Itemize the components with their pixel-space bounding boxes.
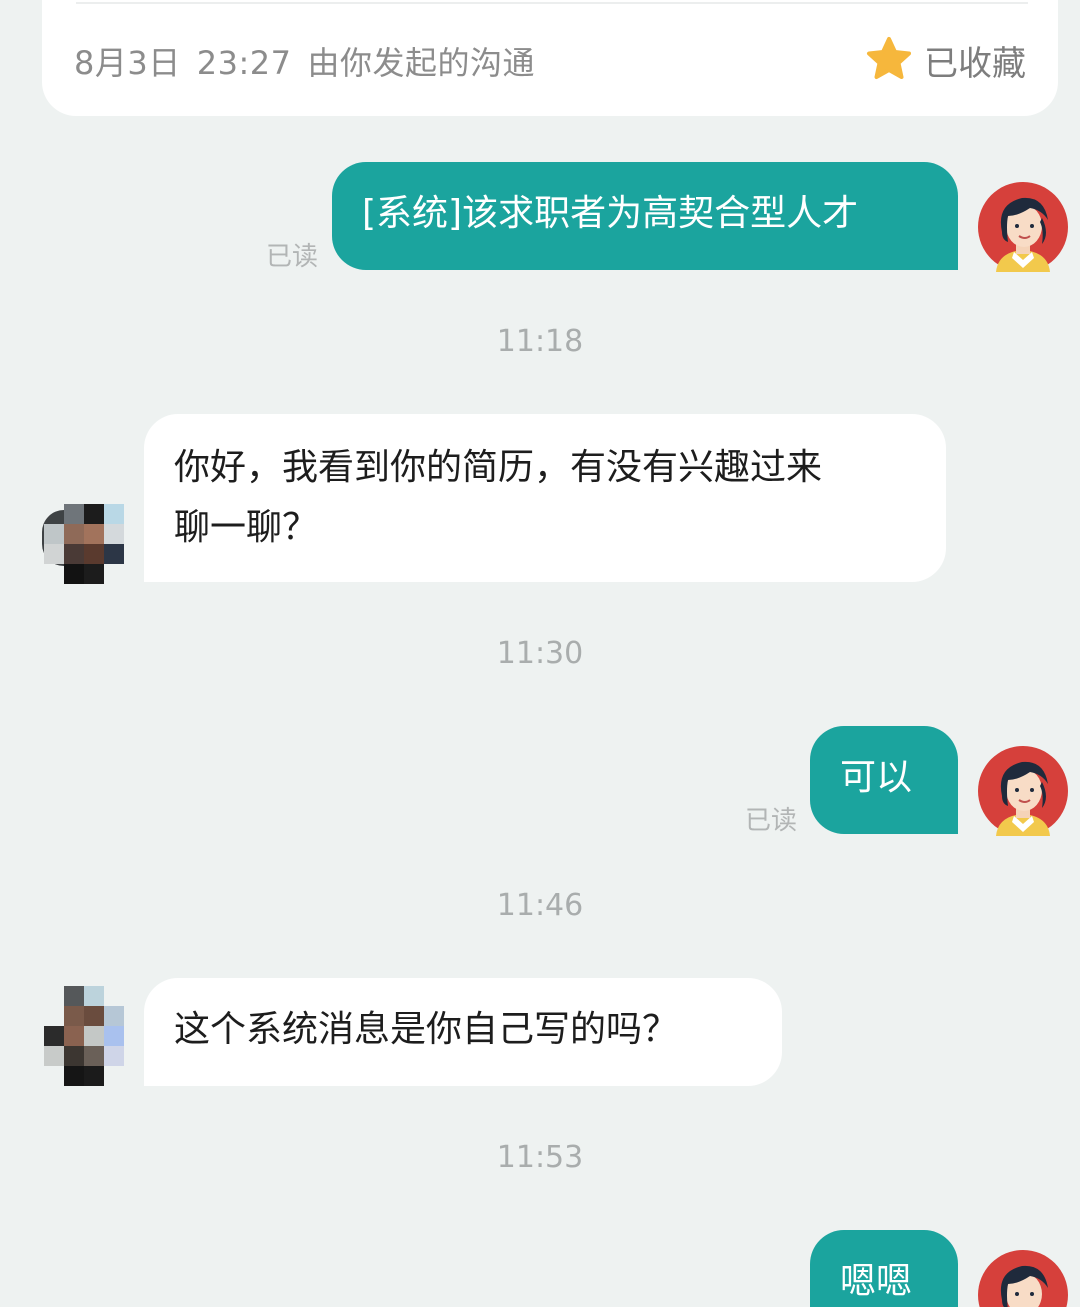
message-text: 这个系统消息是你自己写的吗？ (174, 1009, 679, 1050)
header-divider (76, 2, 1028, 4)
conversation-time: 23:27 (196, 44, 292, 82)
timestamp: 11:53 (496, 1140, 584, 1175)
message-bubble-self[interactable]: 可以 (810, 726, 958, 834)
message-text-line: 你好，我看到你的简历，有没有兴趣过来 (174, 447, 823, 488)
read-status: 已读 (266, 242, 319, 272)
favorite-button[interactable]: 已收藏 (864, 34, 1026, 86)
message-text-line: 聊一聊？ (174, 507, 319, 548)
message-text: 可以 (840, 757, 913, 798)
contact-avatar[interactable] (32, 502, 128, 598)
conversation-date: 8月3日 (74, 44, 181, 82)
favorite-label: 已收藏 (924, 43, 1026, 84)
message-bubble-self[interactable]: [系统]该求职者为高契合型人才 (332, 162, 958, 270)
timestamp: 11:18 (496, 324, 584, 359)
message-bubble-other[interactable]: 这个系统消息是你自己写的吗？ (144, 978, 782, 1086)
read-status: 已读 (745, 806, 798, 836)
user-avatar[interactable] (978, 746, 1068, 836)
user-avatar[interactable] (978, 182, 1068, 272)
chat-screen: 8月3日 23:27 由你发起的沟通 已收藏 已读 [系统]该求职者为高契合型人才 … (0, 0, 1080, 1307)
conversation-description: 由你发起的沟通 (307, 44, 535, 82)
message-text: [系统]该求职者为高契合型人才 (362, 193, 859, 234)
message-text: 嗯嗯 (840, 1261, 913, 1302)
user-avatar[interactable] (978, 1250, 1068, 1307)
contact-avatar[interactable] (42, 986, 138, 1086)
message-bubble-self[interactable]: 嗯嗯 (810, 1230, 958, 1307)
conversation-info: 8月3日 23:27 由你发起的沟通 (74, 38, 551, 84)
star-icon (867, 37, 911, 79)
message-bubble-other[interactable]: 你好，我看到你的简历，有没有兴趣过来 聊一聊？ (144, 414, 946, 582)
timestamp: 11:46 (496, 888, 584, 923)
timestamp: 11:30 (496, 636, 584, 671)
